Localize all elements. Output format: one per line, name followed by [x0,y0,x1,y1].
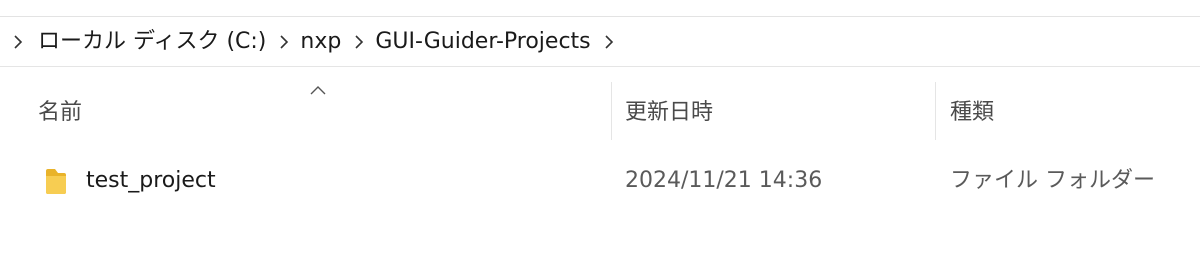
column-header-name[interactable]: 名前 [38,98,82,128]
divider [0,66,1200,67]
file-type: ファイル フォルダー [950,168,1155,193]
file-list-row[interactable]: test_project 2024/11/21 14:36 ファイル フォルダー [0,160,1200,204]
breadcrumb-item-local-disk[interactable]: ローカル ディスク (C:) [34,22,272,62]
column-header: 名前 更新日時 種類 [0,80,1200,140]
chevron-right-icon[interactable] [272,22,296,62]
column-header-date-modified[interactable]: 更新日時 [625,98,713,128]
address-bar[interactable]: ローカル ディスク (C:) nxp GUI-Guider-Projects [0,18,1200,66]
divider [0,16,1200,17]
breadcrumb-item-gui-guider-projects[interactable]: GUI-Guider-Projects [371,22,596,62]
folder-icon [44,166,68,196]
file-explorer: ローカル ディスク (C:) nxp GUI-Guider-Projects 名… [0,0,1200,276]
breadcrumb-item-nxp[interactable]: nxp [296,22,347,62]
file-date-modified: 2024/11/21 14:36 [625,168,823,193]
chevron-right-icon[interactable] [347,22,371,62]
column-separator[interactable] [935,82,936,140]
file-name[interactable]: test_project [86,166,216,196]
chevron-right-icon[interactable] [597,22,621,62]
chevron-right-icon[interactable] [2,22,34,62]
chevron-up-icon [308,82,328,96]
column-header-type[interactable]: 種類 [950,98,994,128]
column-separator[interactable] [611,82,612,140]
